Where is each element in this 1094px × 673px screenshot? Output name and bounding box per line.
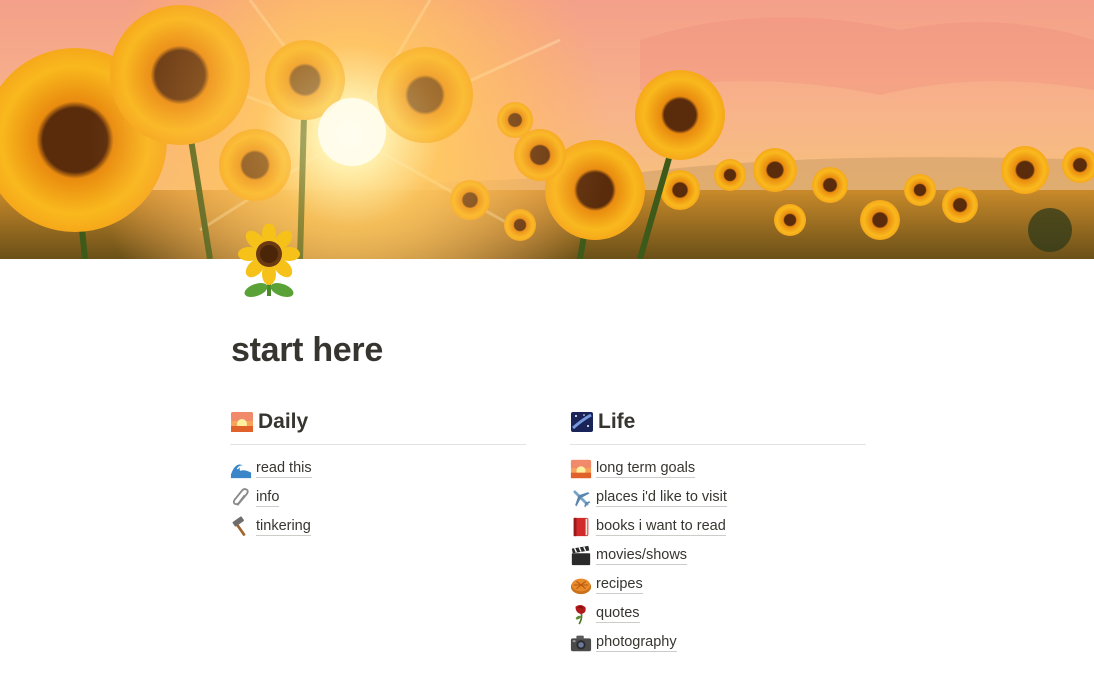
page-link[interactable]: quotes <box>596 605 640 623</box>
page-link[interactable]: long term goals <box>596 460 696 478</box>
sunflower-field-cover-icon <box>0 0 1094 259</box>
page-title[interactable]: start here <box>231 328 383 372</box>
cover-image[interactable] <box>0 0 1094 259</box>
wilted-rose-icon <box>570 603 592 625</box>
page-link[interactable]: places i'd like to visit <box>596 489 727 507</box>
list-item[interactable]: tinkering <box>230 512 526 541</box>
red-book-icon <box>570 516 592 538</box>
camera-icon <box>570 632 592 654</box>
list-item[interactable]: long term goals <box>570 454 866 483</box>
sunrise-icon <box>230 410 254 434</box>
airplane-icon <box>570 487 592 509</box>
page-link[interactable]: recipes <box>596 576 643 594</box>
wave-icon <box>230 458 252 480</box>
page-link[interactable]: movies/shows <box>596 547 688 565</box>
column-daily: Daily read this info tinkering <box>230 405 526 541</box>
list-item[interactable]: books i want to read <box>570 512 866 541</box>
list-item[interactable]: places i'd like to visit <box>570 483 866 512</box>
paperclip-icon <box>230 487 252 509</box>
list-item[interactable]: movies/shows <box>570 541 866 570</box>
list-item[interactable]: quotes <box>570 599 866 628</box>
page-link[interactable]: info <box>256 489 280 507</box>
column-heading: Life <box>570 405 866 445</box>
column-heading: Daily <box>230 405 526 445</box>
page-link[interactable]: photography <box>596 634 677 652</box>
list-item[interactable]: read this <box>230 454 526 483</box>
milky-way-icon <box>570 410 594 434</box>
hammer-icon <box>230 515 252 538</box>
page-link[interactable]: books i want to read <box>596 518 726 536</box>
pie-icon <box>570 574 592 596</box>
list-item[interactable]: photography <box>570 628 866 657</box>
sunrise-icon <box>570 458 592 480</box>
column-life: Life long term goals places i'd like to … <box>570 405 866 657</box>
list-item[interactable]: recipes <box>570 570 866 599</box>
column-heading-text: Daily <box>258 410 309 433</box>
column-heading-text: Life <box>598 410 636 433</box>
list-item[interactable]: info <box>230 483 526 512</box>
page-link[interactable]: tinkering <box>256 518 311 536</box>
page-link[interactable]: read this <box>256 460 312 478</box>
clapper-icon <box>570 545 592 567</box>
sunflower-icon[interactable] <box>237 223 301 300</box>
